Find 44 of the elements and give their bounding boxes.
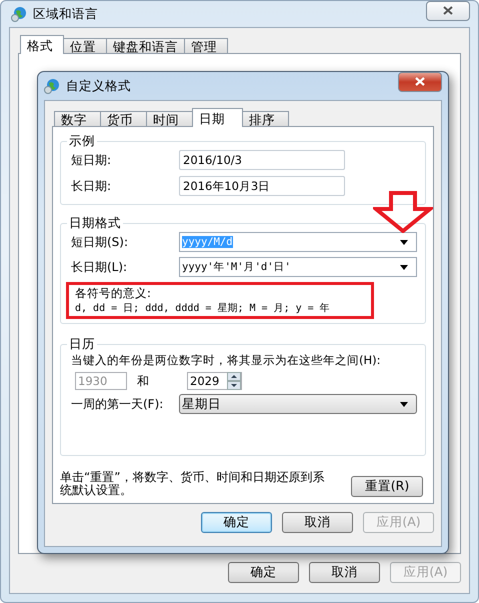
- tab[interactable]: 货币: [100, 111, 147, 127]
- group-title: 示例: [68, 133, 96, 150]
- group-title: 日历: [68, 336, 96, 353]
- dialog-button[interactable]: 取消: [282, 512, 353, 533]
- tab[interactable]: 时间: [146, 111, 193, 127]
- and-label: 和: [136, 372, 150, 390]
- caret-icon: [400, 402, 408, 406]
- field-label: 长日期(L):: [71, 258, 128, 276]
- format-dropdown[interactable]: yyyy'年'M'月'd'日': [179, 257, 417, 277]
- close-button[interactable]: [426, 1, 470, 21]
- weekday-dropdown[interactable]: 星期日: [179, 394, 417, 414]
- reset-note: 单击“重置”，将数字、货币、时间和日期还原到系统默认设置。: [60, 471, 326, 497]
- prompt-text: 当键入的年份是两位数字时，将其显示为在这些年之间(H):: [71, 353, 382, 368]
- tab[interactable]: 数字: [54, 111, 101, 127]
- legend-text: d, dd = 日; ddd, dddd = 星期; M = 月; y = 年: [75, 302, 331, 315]
- dialog-button[interactable]: 确定: [228, 562, 299, 583]
- read-only-field: 2016年10月3日: [179, 176, 345, 196]
- tab[interactable]: 键盘和语言: [106, 38, 185, 54]
- dialog-button[interactable]: 取消: [309, 562, 380, 583]
- year-spinner[interactable]: 2029: [187, 372, 242, 390]
- caret-icon: [400, 264, 408, 270]
- legend-title: 各符号的意义:: [75, 286, 152, 301]
- spin-arrows-icon: [227, 372, 241, 390]
- tab[interactable]: 管理: [184, 38, 228, 54]
- globe-icon: [11, 6, 27, 22]
- tab[interactable]: 排序: [242, 111, 289, 127]
- field-label: 短日期(S):: [71, 234, 130, 250]
- dialog-button[interactable]: 确定: [201, 512, 272, 533]
- field-label: 短日期:: [71, 152, 112, 168]
- close-icon: [415, 77, 425, 86]
- tab[interactable]: 格式: [20, 35, 64, 54]
- read-only-field: 2016/10/3: [179, 150, 345, 170]
- globe-icon: [44, 78, 60, 94]
- reset-button[interactable]: 重置(R): [351, 476, 423, 497]
- window-title: 区域和语言: [33, 6, 98, 22]
- close-icon: [443, 6, 453, 15]
- field-label: 一周的第一天(F):: [71, 396, 164, 412]
- tab[interactable]: 日期: [192, 108, 243, 127]
- dialog-title: 自定义格式: [66, 78, 131, 94]
- group-title: 日期格式: [68, 215, 122, 232]
- close-button[interactable]: [398, 72, 442, 92]
- down-arrow-annotation: [373, 191, 433, 233]
- caret-icon: [400, 240, 408, 244]
- field-label: 长日期:: [71, 178, 112, 194]
